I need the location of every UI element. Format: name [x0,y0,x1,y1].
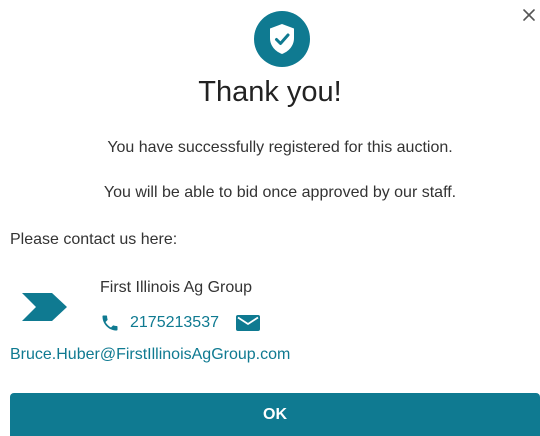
success-message: You have successfully registered for thi… [107,139,453,156]
phone-link[interactable]: 2175213537 [130,314,219,332]
dialog-title: Thank you! [198,76,342,108]
contact-phone-row: 2175213537 [100,309,261,337]
contact-prompt: Please contact us here: [10,231,178,248]
mail-icon[interactable] [235,313,261,333]
shield-check-icon [254,11,310,67]
ok-button[interactable]: OK [10,393,540,436]
approval-message: You will be able to bid once approved by… [103,184,457,201]
company-name: First Illinois Ag Group [100,279,253,296]
registration-success-dialog: Thank you! You have successfully registe… [0,0,540,436]
phone-icon [100,313,120,333]
close-icon[interactable] [520,4,538,26]
chevron-right-logo [22,291,68,328]
email-link[interactable]: Bruce.Huber@FirstIllinoisAgGroup.com [10,346,290,364]
